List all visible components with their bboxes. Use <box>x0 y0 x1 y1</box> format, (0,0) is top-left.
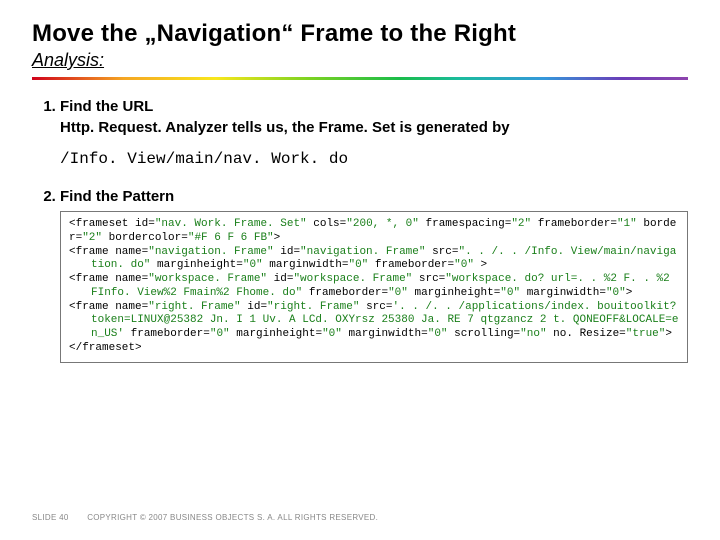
code-text: src= <box>412 273 445 285</box>
code-text: marginwidth= <box>263 259 349 271</box>
slide-title: Move the „Navigation“ Frame to the Right <box>32 20 688 48</box>
code-text: marginwidth= <box>520 287 606 299</box>
code-text: marginheight= <box>230 328 322 340</box>
code-attr: "0" <box>348 259 368 271</box>
code-text: cols= <box>307 218 347 230</box>
code-attr: "right. Frame" <box>148 301 240 313</box>
code-text: > <box>665 328 672 340</box>
code-text: <frame name= <box>69 273 148 285</box>
code-text: id= <box>241 301 267 313</box>
code-text: src= <box>359 301 392 313</box>
code-attr: "1" <box>617 218 637 230</box>
analysis-steps: Find the URL Http. Request. Analyzer tel… <box>32 98 688 363</box>
code-attr: "0" <box>428 328 448 340</box>
code-text: marginheight= <box>408 287 500 299</box>
code-attr: "0" <box>322 328 342 340</box>
code-attr: "0" <box>606 287 626 299</box>
code-attr: "right. Frame" <box>267 301 359 313</box>
code-text: marginwidth= <box>342 328 428 340</box>
code-text: frameborder= <box>531 218 617 230</box>
code-snippet: <frameset id="nav. Work. Frame. Set" col… <box>60 211 688 363</box>
code-text: scrolling= <box>448 328 521 340</box>
code-text: no. Resize= <box>547 328 626 340</box>
code-attr: "0" <box>454 259 474 271</box>
code-attr: "navigation. Frame" <box>148 246 273 258</box>
step-2: Find the Pattern <frameset id="nav. Work… <box>60 188 688 363</box>
code-text: > <box>626 287 633 299</box>
slide-number: SLIDE 40 <box>32 513 69 522</box>
code-attr: "0" <box>243 259 263 271</box>
code-attr: "0" <box>388 287 408 299</box>
step-1-heading: Find the URL <box>60 98 688 115</box>
code-text: </frameset> <box>69 342 142 356</box>
slide-subtitle: Analysis: <box>32 50 688 71</box>
code-text: > <box>474 259 487 271</box>
slide-footer: SLIDE 40 COPYRIGHT © 2007 BUSINESS OBJEC… <box>32 513 378 522</box>
code-attr: "no" <box>520 328 546 340</box>
code-attr: "200, *, 0" <box>346 218 419 230</box>
code-text: id= <box>267 273 293 285</box>
code-attr: "nav. Work. Frame. Set" <box>155 218 307 230</box>
code-text: frameborder= <box>302 287 388 299</box>
step-1: Find the URL Http. Request. Analyzer tel… <box>60 98 688 168</box>
code-text: <frame name= <box>69 301 148 313</box>
step-2-heading: Find the Pattern <box>60 188 688 205</box>
code-text: > <box>274 232 281 244</box>
code-text: id= <box>274 246 300 258</box>
code-attr: "workspace. Frame" <box>293 273 412 285</box>
code-attr: "2" <box>511 218 531 230</box>
step-1-url: /Info. View/main/nav. Work. do <box>60 150 688 168</box>
step-1-body: Http. Request. Analyzer tells us, the Fr… <box>60 119 688 136</box>
code-text: <frame name= <box>69 246 148 258</box>
code-text: frameborder= <box>124 328 210 340</box>
code-text: frameborder= <box>368 259 454 271</box>
code-attr: "0" <box>210 328 230 340</box>
divider-rainbow <box>32 77 688 80</box>
code-text: framespacing= <box>419 218 511 230</box>
code-attr: "0" <box>500 287 520 299</box>
code-text: <frameset id= <box>69 218 155 230</box>
code-attr: "2" <box>82 232 102 244</box>
slide: Move the „Navigation“ Frame to the Right… <box>0 0 720 540</box>
code-text: src= <box>425 246 458 258</box>
code-attr: "workspace. Frame" <box>148 273 267 285</box>
code-attr: "#F 6 F 6 FB" <box>188 232 274 244</box>
code-attr: "navigation. Frame" <box>300 246 425 258</box>
copyright-text: COPYRIGHT © 2007 BUSINESS OBJECTS S. A. … <box>87 513 378 522</box>
code-attr: "true" <box>626 328 666 340</box>
code-text: marginheight= <box>150 259 242 271</box>
code-text: bordercolor= <box>102 232 188 244</box>
